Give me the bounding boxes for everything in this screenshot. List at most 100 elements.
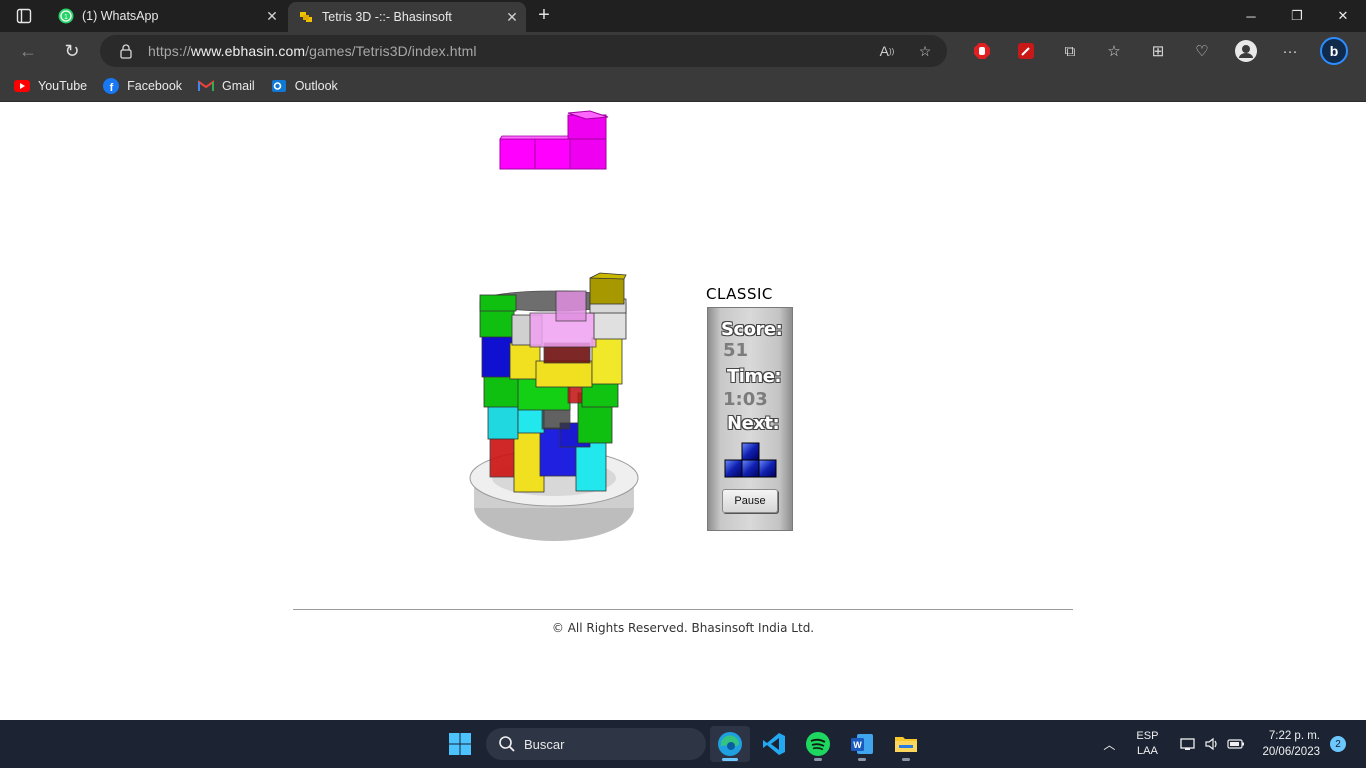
tab-actions-icon [16, 8, 32, 24]
extensions-icon[interactable]: ⧉ [1048, 38, 1092, 64]
next-label: Next: [727, 413, 780, 434]
running-indicator [814, 758, 822, 761]
url-path: /games/Tetris3D/index.html [305, 43, 477, 59]
performance-icon[interactable]: ♡ [1180, 38, 1224, 64]
language-code: ESP [1136, 730, 1159, 742]
lock-icon [120, 44, 132, 59]
collections-icon[interactable]: ⊞ [1136, 38, 1180, 64]
more-options-icon[interactable]: ··· [1268, 38, 1312, 64]
windows-taskbar: Buscar W ︿ ESP LAA 7:22 p. m. 20/06/2023… [0, 720, 1366, 768]
bookmark-gmail[interactable]: Gmail [198, 78, 255, 94]
spotify-icon [806, 732, 830, 756]
outlook-icon [271, 78, 287, 94]
active-indicator [722, 758, 738, 761]
close-tab-icon[interactable]: ✕ [258, 8, 286, 25]
taskbar-clock[interactable]: 7:22 p. m. 20/06/2023 [1262, 728, 1320, 760]
keyboard-layout: LAA [1137, 745, 1158, 757]
bookmark-label: Outlook [294, 78, 338, 93]
tetris-icon [298, 9, 314, 25]
bing-copilot-icon[interactable]: b [1312, 37, 1356, 65]
refresh-icon: ↻ [64, 40, 80, 61]
bookmark-label: YouTube [38, 78, 88, 93]
volume-icon[interactable] [1200, 737, 1224, 751]
taskbar-search[interactable]: Buscar [486, 728, 706, 760]
bookmark-facebook[interactable]: f Facebook [103, 77, 183, 94]
clock-time: 7:22 p. m. [1268, 730, 1320, 742]
running-indicator [902, 758, 910, 761]
browser-toolbar: ← ↻ https://www.ebhasin.com/games/Tetris… [0, 32, 1366, 70]
taskbar-edge[interactable] [710, 726, 750, 762]
url-host: www.ebhasin.com [190, 43, 306, 59]
search-icon [499, 736, 515, 752]
new-tab-button[interactable]: + [530, 4, 558, 28]
file-explorer-icon [895, 737, 917, 752]
start-button[interactable] [448, 732, 472, 756]
tower-blocks [479, 272, 627, 493]
window-controls: ─ ❐ ✕ [1228, 0, 1366, 32]
taskbar-vscode[interactable] [754, 726, 794, 762]
battery-icon[interactable] [1224, 738, 1248, 750]
youtube-icon [14, 78, 30, 94]
input-language[interactable]: ESP LAA [1136, 729, 1158, 759]
taskbar-word[interactable]: W [842, 726, 882, 762]
tab-strip: 1 (1) WhatsApp ✕ Tetris 3D -::- Bhasinso… [0, 0, 1366, 32]
restore-icon[interactable]: ❐ [1274, 0, 1320, 32]
tab-actions-button[interactable] [8, 4, 40, 28]
bookmark-outlook[interactable]: Outlook [271, 78, 338, 94]
search-placeholder: Buscar [524, 736, 565, 752]
footer-copyright: © All Rights Reserved. Bhasinsoft India … [551, 621, 815, 635]
windows-logo-icon [449, 733, 471, 755]
url-scheme: https:// [148, 43, 191, 59]
vscode-icon [763, 733, 785, 755]
next-piece-preview [724, 442, 777, 478]
show-hidden-icons-chevron-icon[interactable]: ︿ [1096, 736, 1122, 753]
game-canvas[interactable] [0, 103, 1366, 563]
score-panel: Score: 51 Time: 1:03 Next: Pause [707, 307, 793, 531]
running-indicator [858, 758, 866, 761]
game-mode-title: CLASSIC [706, 285, 773, 303]
bookmark-youtube[interactable]: YouTube [14, 78, 87, 94]
taskbar-spotify[interactable] [798, 726, 838, 762]
color-picker-extension-icon[interactable] [1004, 38, 1048, 64]
tab-title: (1) WhatsApp [82, 9, 159, 23]
whatsapp-icon: 1 [58, 8, 74, 24]
tab-title: Tetris 3D -::- Bhasinsoft [322, 10, 452, 24]
score-label: Score: [721, 319, 783, 340]
notification-badge[interactable]: 2 [1330, 736, 1346, 752]
favorite-star-icon[interactable]: ☆ [915, 41, 935, 61]
back-button[interactable]: ← [14, 38, 42, 64]
refresh-button[interactable]: ↻ [58, 38, 86, 64]
network-icon[interactable] [1176, 737, 1200, 751]
svg-text:W: W [853, 740, 862, 750]
page-content: CLASSIC Score: 51 Time: 1:03 Next: Pause… [0, 103, 1366, 720]
bookmarks-bar: YouTube f Facebook Gmail Outlook [0, 70, 1366, 102]
system-tray: ︿ ESP LAA 7:22 p. m. 20/06/2023 2 [1096, 720, 1366, 768]
tab-tetris[interactable]: Tetris 3D -::- Bhasinsoft ✕ [288, 2, 526, 32]
time-label: Time: [727, 366, 782, 387]
close-tab-icon[interactable]: ✕ [498, 9, 526, 26]
gmail-icon [198, 78, 215, 94]
facebook-icon: f [103, 77, 120, 94]
svg-text:b: b [1330, 43, 1339, 59]
score-value: 51 [723, 340, 749, 361]
clock-date: 20/06/2023 [1262, 746, 1320, 758]
adblock-extension-icon[interactable] [960, 38, 1004, 64]
read-aloud-icon[interactable]: A)) [877, 41, 897, 61]
taskbar-file-explorer[interactable] [886, 726, 926, 762]
bookmark-label: Facebook [127, 78, 183, 93]
profile-avatar[interactable] [1224, 38, 1268, 64]
edge-icon [718, 732, 742, 756]
back-arrow-icon: ← [19, 40, 37, 61]
footer-divider [293, 609, 1073, 610]
minimize-icon[interactable]: ─ [1228, 0, 1274, 32]
bookmark-label: Gmail [222, 78, 255, 93]
word-icon: W [851, 734, 873, 754]
favorites-icon[interactable]: ☆ [1092, 38, 1136, 64]
pause-button[interactable]: Pause [722, 489, 778, 513]
tab-whatsapp[interactable]: 1 (1) WhatsApp ✕ [48, 0, 286, 32]
falling-piece [499, 110, 609, 170]
address-bar[interactable]: https://www.ebhasin.com/games/Tetris3D/i… [100, 35, 947, 67]
time-value: 1:03 [723, 389, 768, 410]
close-window-icon[interactable]: ✕ [1320, 0, 1366, 32]
svg-text:f: f [110, 82, 114, 94]
